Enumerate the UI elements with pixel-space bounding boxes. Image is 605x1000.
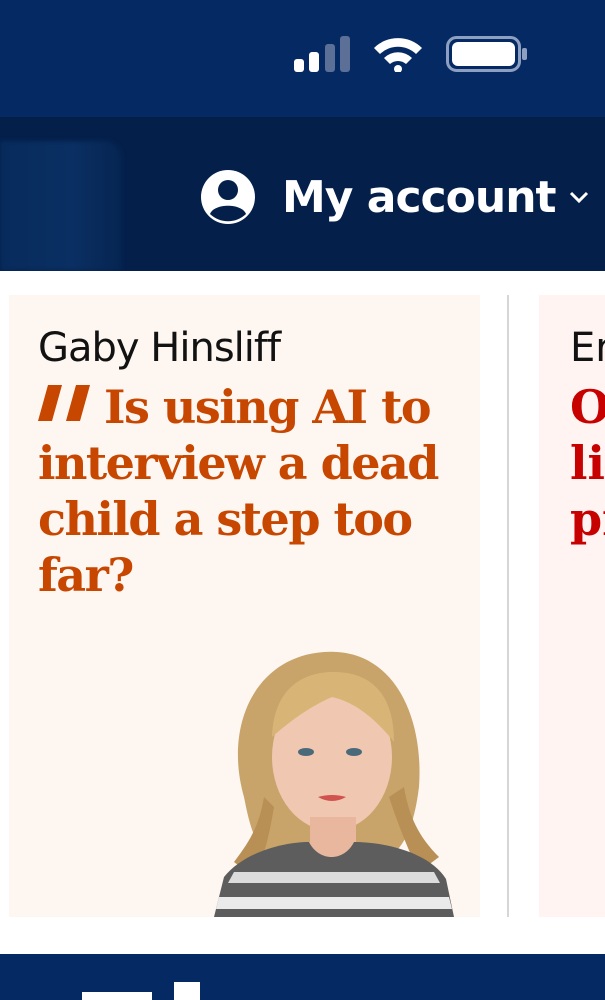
battery-icon [446,36,527,72]
card-headline-text: Is using AI to interview a dead child a … [38,380,439,602]
card-byline: Gaby Hinsliff [38,325,281,371]
cellular-signal-icon [294,36,352,72]
card-divider [507,295,509,917]
my-account-button[interactable]: My account [200,167,590,227]
account-label: My account [282,171,557,223]
chevron-down-icon [569,191,588,204]
opinion-carousel: Gaby Hinsliff Is using AI to interview a… [0,271,605,954]
status-bar [0,0,605,117]
next-card-byline: Er [570,325,605,371]
author-portrait [214,651,454,917]
wifi-icon [374,38,422,72]
nav-blurred-element [0,141,122,271]
bottom-banner [0,954,605,1000]
logo-fragment [82,982,200,1000]
opinion-card[interactable]: Gaby Hinsliff Is using AI to interview a… [9,295,480,917]
next-card[interactable]: Er O lif pr [539,295,605,917]
next-card-headline: O lif pr [570,380,605,546]
user-circle-icon [201,170,255,224]
card-headline[interactable]: Is using AI to interview a dead child a … [38,379,468,603]
top-navigation: My account [0,117,605,271]
quote-icon [38,385,90,421]
